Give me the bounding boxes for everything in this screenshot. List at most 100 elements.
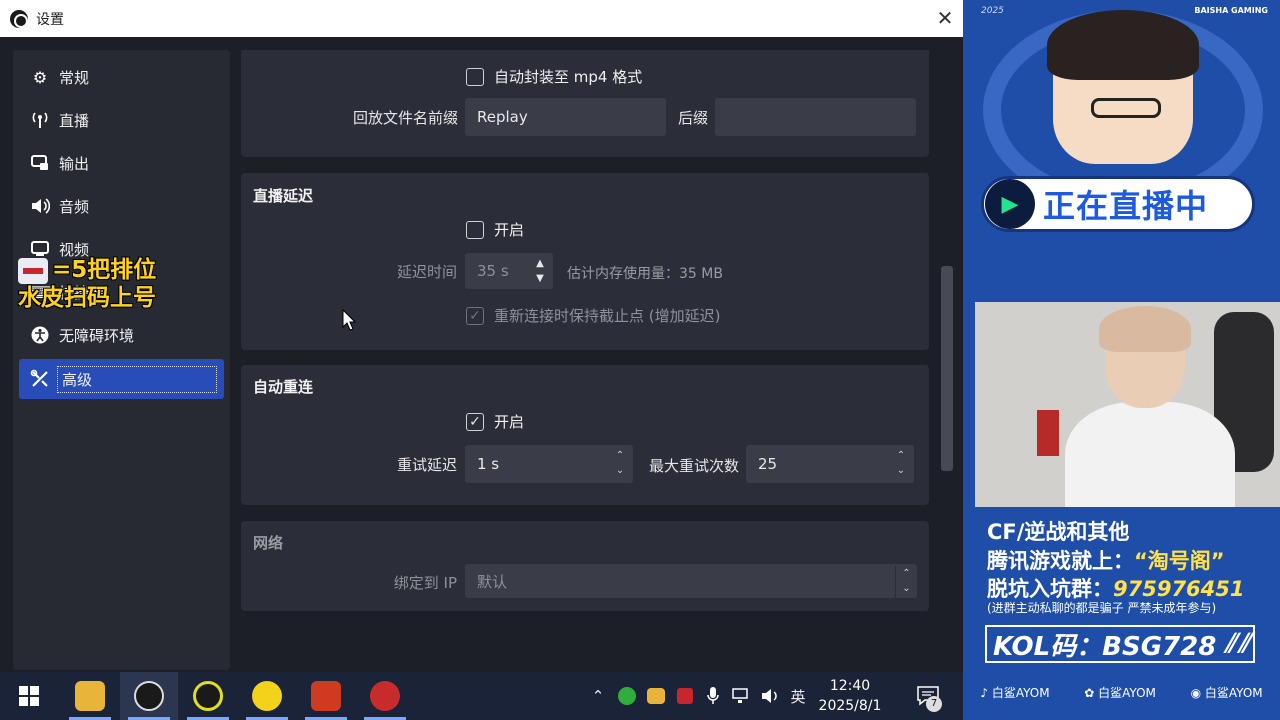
taskbar-app-1[interactable] <box>61 672 119 720</box>
taskbar-app-4[interactable] <box>238 672 296 720</box>
spin-arrows-icon[interactable]: ▲ ▼ <box>533 256 547 288</box>
microphone-icon[interactable] <box>703 672 723 720</box>
sidebar-item-output[interactable]: 输出 <box>19 143 224 183</box>
play-icon: ▶ <box>985 179 1035 229</box>
network-title: 网络 <box>253 534 284 552</box>
tray-chevron-up-icon[interactable]: ⌃ <box>588 672 608 720</box>
streamer-cartoon-avatar <box>1047 10 1199 164</box>
mouse-cursor-icon <box>342 309 356 331</box>
settings-content: 自动封装至 mp4 格式 回放文件名前缀 Replay 后缀 直播延迟 开启 延… <box>240 50 930 670</box>
auto-reconnect-title: 自动重连 <box>253 378 314 396</box>
weibo-icon: ◉ <box>1190 685 1202 700</box>
retry-delay-spinbox[interactable]: 1 s ⌃ ⌄ <box>465 445 633 483</box>
social-accounts: ♪ 白鲨AYOM ✿ 白鲨AYOM ◉ 白鲨AYOM <box>963 680 1280 704</box>
content-scrollbar[interactable] <box>941 266 953 471</box>
app-3-icon <box>193 681 223 711</box>
replay-prefix-input[interactable]: Replay <box>465 98 666 136</box>
app-5-icon <box>311 681 341 711</box>
retry-delay-label: 重试延迟 <box>396 456 457 474</box>
spin-arrows-icon[interactable]: ⌃ ⌄ <box>894 448 908 480</box>
stream-delay-title: 直播延迟 <box>253 187 314 205</box>
memory-usage-note: 估计内存使用量：35 MB <box>567 266 723 282</box>
sidebar-item-label: 常规 <box>59 68 90 87</box>
stream-delay-enable-checkbox[interactable]: 开启 <box>466 219 524 240</box>
delay-time-spinbox[interactable]: 35 s ▲ ▼ <box>465 253 553 289</box>
max-retries-label: 最大重试次数 <box>648 457 739 475</box>
streamer-hair <box>1099 306 1191 352</box>
clock-time: 12:40 <box>829 678 871 694</box>
social-douyin: ♪ 白鲨AYOM <box>980 684 1049 701</box>
taskbar-app-5[interactable] <box>297 672 355 720</box>
social-handle: 白鲨AYOM <box>1098 685 1156 700</box>
select-arrows-icon: ⌃ ⌄ <box>895 566 917 598</box>
stream-overlay-panel: 2025 BAISHA GAMING ▶ 正在直播中 CF/逆战和其他 腾讯游戏… <box>963 0 1280 720</box>
replay-suffix-label: 后缀 <box>677 109 708 127</box>
tray-app-icon-1[interactable] <box>616 672 638 720</box>
close-button[interactable]: ✕ <box>933 6 957 30</box>
ime-indicator[interactable]: 英 <box>786 672 810 720</box>
taskbar-app-3[interactable] <box>179 672 237 720</box>
gear-icon: ⚙ <box>32 67 48 87</box>
bind-ip-value: 默认 <box>477 572 508 591</box>
sidebar-item-advanced[interactable]: 高级 <box>19 359 224 399</box>
social-kuaishou: ✿ 白鲨AYOM <box>1084 684 1156 701</box>
taskbar-app-obs[interactable] <box>120 672 178 720</box>
max-retries-value: 25 <box>758 455 778 473</box>
kol-code-text: KOL码：BSG728 <box>993 631 1217 662</box>
notification-badge: 7 <box>926 696 942 712</box>
start-button[interactable] <box>0 672 58 720</box>
group-network: 网络 绑定到 IP 默认 ⌃ ⌄ <box>241 521 929 611</box>
title-bar: 设置 ✕ <box>0 0 963 37</box>
retry-delay-value: 1 s <box>477 455 500 473</box>
avatar-hair <box>1047 10 1199 80</box>
bind-ip-select[interactable]: 默认 ⌃ ⌄ <box>465 564 917 598</box>
max-retries-spinbox[interactable]: 25 ⌃ ⌄ <box>746 445 914 483</box>
output-icon <box>29 152 51 174</box>
sidebar-item-stream[interactable]: 直播 <box>19 100 224 140</box>
volume-icon[interactable] <box>759 672 783 720</box>
network-icon[interactable] <box>730 672 754 720</box>
settings-window: 设置 ✕ ⚙ 常规 直播 输出 音频 视频 ⌨ 快捷键 无障碍环境 高级 =5把… <box>0 0 963 672</box>
notification-center-button[interactable]: 7 <box>910 672 946 720</box>
kol-stripes-decoration: ⫽⫽ <box>1224 628 1252 659</box>
spin-arrows-icon[interactable]: ⌃ ⌄ <box>613 448 627 480</box>
overlay-warning: (进群主动私聊的都是骗子 严禁未成年参与) <box>987 601 1217 615</box>
overlay-line-3-highlight: 975976451 <box>1113 577 1245 601</box>
overlay-line-2: 腾讯游戏就上：“淘号阁” <box>987 545 1225 575</box>
social-weibo: ◉ 白鲨AYOM <box>1191 684 1263 701</box>
antenna-icon <box>29 109 51 131</box>
sidebar-item-audio[interactable]: 音频 <box>19 186 224 226</box>
overlay-line-1: CF/逆战和其他 <box>987 520 1130 544</box>
auto-remux-label: 自动封装至 mp4 格式 <box>494 68 643 86</box>
sidebar-item-label: 音频 <box>59 197 90 216</box>
tools-icon <box>29 368 51 390</box>
sidebar-item-label: 高级 <box>57 365 217 393</box>
auto-reconnect-enable-label: 开启 <box>494 413 525 431</box>
sidebar-item-label: 输出 <box>59 154 90 173</box>
windows-icon <box>19 686 39 706</box>
plane-icon <box>18 257 48 284</box>
auto-reconnect-enable-checkbox[interactable]: ✓ 开启 <box>466 411 524 432</box>
sidebar-item-accessibility[interactable]: 无障碍环境 <box>19 315 224 355</box>
preserve-cutoff-label: 重新连接时保持截止点 (增加延迟) <box>494 307 721 325</box>
kuaishou-icon: ✿ <box>1084 685 1095 700</box>
taskbar: ⌃ 英 12:40 2025/8/1 7 <box>0 672 963 720</box>
auto-remux-checkbox[interactable]: 自动封装至 mp4 格式 <box>466 66 642 87</box>
streamer-person <box>1065 306 1235 507</box>
taskbar-app-6[interactable] <box>356 672 414 720</box>
tray-app-icon-3[interactable] <box>674 672 696 720</box>
settings-sidebar: ⚙ 常规 直播 输出 音频 视频 ⌨ 快捷键 无障碍环境 高级 <box>13 50 230 670</box>
app-4-icon <box>252 681 282 711</box>
red-object <box>1037 410 1059 456</box>
kol-code-box: KOL码：BSG728 ⫽⫽ <box>985 625 1255 663</box>
sidebar-item-general[interactable]: ⚙ 常规 <box>19 57 224 97</box>
preserve-cutoff-checkbox[interactable]: ✓ 重新连接时保持截止点 (增加延迟) <box>466 305 720 326</box>
live-now-text: 正在直播中 <box>1043 187 1209 225</box>
taskbar-clock[interactable]: 12:40 2025/8/1 <box>818 676 882 716</box>
douyin-icon: ♪ <box>980 685 988 700</box>
app-1-icon <box>75 681 105 711</box>
obs-icon <box>134 681 164 711</box>
replay-suffix-input[interactable] <box>715 98 916 136</box>
overlay-brand: BAISHA GAMING <box>1194 6 1268 15</box>
tray-app-icon-2[interactable] <box>645 672 667 720</box>
